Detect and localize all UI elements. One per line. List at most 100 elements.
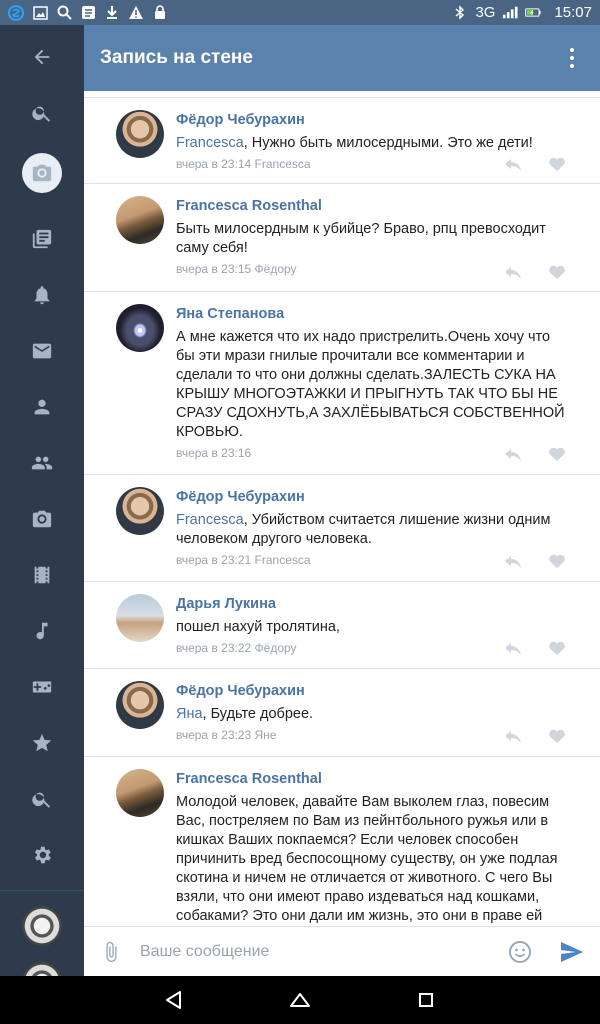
rail-messages[interactable] — [0, 331, 84, 371]
avatar[interactable] — [116, 594, 164, 642]
camera-icon — [32, 510, 52, 528]
rail-photos[interactable] — [0, 499, 84, 539]
nav-recents-button[interactable] — [413, 987, 439, 1013]
lock-icon — [152, 5, 168, 21]
avatar[interactable] — [116, 304, 164, 352]
rail-games[interactable] — [0, 667, 84, 707]
emoji-icon[interactable] — [508, 940, 532, 964]
rail-music[interactable] — [0, 611, 84, 651]
clock: 15:07 — [554, 4, 592, 21]
gamepad-icon — [32, 681, 52, 693]
message-composer: Ваше сообщение — [84, 926, 600, 976]
comment-text: Яна, Будьте добрее. — [176, 705, 572, 724]
comment-text: пошел нахуй тролятина, — [176, 618, 572, 637]
nav-home-button[interactable] — [287, 987, 313, 1013]
like-heart-icon[interactable] — [548, 728, 566, 744]
star-icon — [32, 733, 52, 752]
warning-icon — [128, 5, 144, 21]
person-icon — [34, 399, 50, 415]
comment-item: Francesca Rosenthal Быть милосердным к у… — [84, 184, 600, 292]
rail-search[interactable] — [0, 93, 84, 133]
avatar[interactable] — [116, 681, 164, 729]
home-icon — [290, 993, 310, 1007]
rail-camera-active[interactable] — [0, 153, 84, 193]
more-options-button[interactable] — [566, 48, 578, 68]
network-label: 3G — [475, 4, 496, 21]
rail-profile[interactable] — [0, 387, 84, 427]
comment-item: Дарья Лукина пошел нахуй тролятина, вчер… — [84, 582, 600, 669]
comment-body: Быть милосердным к убийце? Браво, рпц пр… — [176, 221, 546, 256]
comment-item: Фёдор Чебурахин Francesca, Убийством счи… — [84, 475, 600, 582]
gear-icon — [34, 846, 51, 864]
comment-body: пошел нахуй тролятина, — [176, 619, 340, 635]
kebab-dot-icon — [570, 48, 574, 52]
comment-author[interactable]: Francesca Rosenthal — [176, 771, 572, 787]
avatar[interactable] — [116, 487, 164, 535]
rail-search-2[interactable] — [0, 779, 84, 819]
rail-friends[interactable] — [0, 443, 84, 483]
app-s-icon — [8, 4, 24, 21]
comment-item: Francesca Rosenthal Молодой человек, дав… — [84, 757, 600, 926]
account-avatar[interactable] — [22, 906, 62, 946]
square-recents-icon — [419, 993, 433, 1007]
comment-author[interactable]: Фёдор Чебурахин — [176, 112, 572, 128]
like-heart-icon[interactable] — [548, 640, 566, 656]
comment-author[interactable]: Дарья Лукина — [176, 596, 572, 612]
comment-item: Фёдор Чебурахин Яна, Будьте добрее. вчер… — [84, 669, 600, 757]
comment-author[interactable]: Фёдор Чебурахин — [176, 683, 572, 699]
mail-icon — [32, 343, 52, 359]
comment-text: Молодой человек, давайте Вам выколем гла… — [176, 793, 572, 926]
newsfeed-icon — [32, 229, 52, 249]
comment-text: Francesca, Нужно быть милосердными. Это … — [176, 134, 572, 153]
rail-news[interactable] — [0, 219, 84, 259]
comment-body: , Нужно быть милосердными. Это же дети! — [243, 135, 533, 151]
comment-body: , Будьте добрее. — [202, 706, 314, 722]
music-note-icon — [36, 622, 48, 640]
comment-author[interactable]: Яна Степанова — [176, 306, 572, 322]
kebab-dot-icon — [570, 56, 574, 60]
message-input[interactable]: Ваше сообщение — [140, 943, 269, 961]
reply-icon[interactable] — [504, 728, 522, 744]
like-heart-icon[interactable] — [548, 264, 566, 280]
status-bar: 3G 15:07 — [0, 0, 600, 25]
avatar[interactable] — [116, 196, 164, 244]
avatar[interactable] — [116, 769, 164, 817]
camera-icon — [32, 164, 52, 182]
reply-icon[interactable] — [504, 264, 522, 280]
reply-icon[interactable] — [504, 446, 522, 462]
comment-text: А мне кажется что их надо пристрелить.Оч… — [176, 328, 572, 442]
app-screen: 3G 15:07 Запись на стене Фёдор Чебурахин… — [0, 0, 600, 1024]
send-icon[interactable] — [560, 941, 584, 963]
rail-divider — [0, 890, 84, 891]
app-header: Запись на стене — [84, 25, 600, 91]
reply-icon[interactable] — [504, 156, 522, 172]
reply-icon[interactable] — [504, 553, 522, 569]
rail-settings[interactable] — [0, 835, 84, 875]
comments-feed[interactable]: Фёдор Чебурахин Francesca, Нужно быть ми… — [84, 91, 600, 926]
battery-icon — [525, 5, 542, 21]
mention-link[interactable]: Francesca — [176, 512, 244, 528]
rail-favorites[interactable] — [0, 723, 84, 763]
comment-text: Francesca, Убийством считается лишение ж… — [176, 511, 572, 549]
arrow-left-icon — [34, 49, 50, 65]
mention-link[interactable]: Яна — [176, 706, 203, 722]
like-heart-icon[interactable] — [548, 446, 566, 462]
navigation-rail — [0, 25, 84, 1002]
page-title: Запись на стене — [100, 47, 253, 68]
comment-author[interactable]: Francesca Rosenthal — [176, 198, 572, 214]
image-icon — [32, 5, 48, 21]
back-button[interactable] — [0, 37, 84, 77]
attach-clip-icon[interactable] — [100, 941, 122, 963]
like-heart-icon[interactable] — [548, 156, 566, 172]
rail-videos[interactable] — [0, 555, 84, 595]
search-icon — [56, 5, 72, 21]
people-icon — [31, 456, 53, 470]
rail-notifications[interactable] — [0, 275, 84, 315]
nav-back-button[interactable] — [161, 987, 187, 1013]
reply-icon[interactable] — [504, 640, 522, 656]
search-icon — [32, 792, 51, 808]
mention-link[interactable]: Francesca — [176, 135, 244, 151]
like-heart-icon[interactable] — [548, 553, 566, 569]
avatar[interactable] — [116, 110, 164, 158]
comment-author[interactable]: Фёдор Чебурахин — [176, 489, 572, 505]
